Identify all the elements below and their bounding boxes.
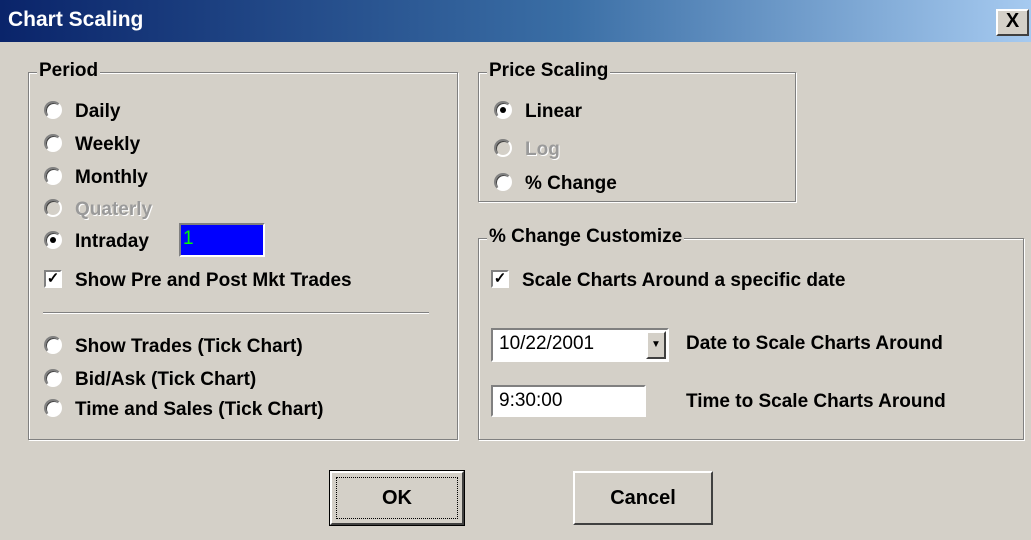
radio-circle[interactable] [44, 368, 62, 387]
radio-label: Bid/Ask (Tick Chart) [75, 369, 257, 390]
radio-label: Time and Sales (Tick Chart) [75, 399, 324, 420]
checkbox-label: Scale Charts Around a specific date [522, 270, 846, 291]
cancel-button[interactable]: Cancel [573, 471, 713, 525]
pct-change-customize-group: % Change Customize ✓ Scale Charts Around … [478, 226, 1024, 440]
scaling-log-radio: Log [494, 138, 560, 165]
cancel-label: Cancel [610, 487, 676, 509]
period-group: Period Daily Weekly Monthly Quaterly Int… [28, 60, 458, 440]
scaling-linear-radio[interactable]: Linear [494, 100, 583, 127]
radio-label: Show Trades (Tick Chart) [75, 336, 303, 357]
radio-circle[interactable] [44, 100, 62, 119]
radio-label: Quaterly [75, 199, 153, 220]
time-label: Time to Scale Charts Around [686, 391, 946, 412]
ok-button[interactable]: OK [329, 470, 465, 526]
title-bar: Chart Scaling X [0, 0, 1031, 42]
period-legend: Period [37, 60, 101, 82]
period-intraday-radio[interactable]: Intraday [44, 230, 149, 257]
radio-label: Linear [525, 101, 583, 122]
radio-circle[interactable] [44, 133, 62, 152]
period-divider [43, 312, 429, 314]
time-and-sales-radio[interactable]: Time and Sales (Tick Chart) [44, 398, 324, 425]
radio-circle [494, 138, 512, 157]
scale-around-date-checkbox[interactable]: ✓ Scale Charts Around a specific date [491, 269, 846, 296]
bid-ask-radio[interactable]: Bid/Ask (Tick Chart) [44, 368, 257, 395]
radio-circle[interactable] [44, 166, 62, 185]
time-input[interactable]: 9:30:00 [491, 385, 646, 417]
pre-post-market-checkbox[interactable]: ✓ Show Pre and Post Mkt Trades [44, 269, 352, 296]
radio-circle[interactable] [494, 100, 512, 119]
date-picker[interactable]: 10/22/2001 ▼ [491, 328, 669, 362]
radio-circle[interactable] [494, 172, 512, 191]
check-icon[interactable]: ✓ [44, 269, 62, 288]
radio-circle[interactable] [44, 398, 62, 417]
date-value: 10/22/2001 [499, 333, 595, 354]
price-scaling-legend: Price Scaling [487, 60, 611, 82]
radio-label: Monthly [75, 167, 148, 188]
scaling-pct-change-radio[interactable]: % Change [494, 172, 617, 199]
focus-rect [336, 477, 458, 519]
show-trades-radio[interactable]: Show Trades (Tick Chart) [44, 335, 303, 362]
radio-circle[interactable] [44, 230, 62, 249]
check-icon[interactable]: ✓ [491, 269, 509, 288]
close-button[interactable]: X [996, 9, 1029, 36]
pct-change-legend: % Change Customize [487, 226, 685, 248]
period-daily-radio[interactable]: Daily [44, 100, 121, 127]
radio-label: Daily [75, 101, 121, 122]
intraday-interval-input[interactable]: 1 [179, 223, 265, 257]
price-scaling-group: Price Scaling Linear Log % Change [478, 60, 796, 202]
date-label: Date to Scale Charts Around [686, 333, 943, 354]
chevron-down-icon[interactable]: ▼ [646, 331, 666, 359]
radio-circle [44, 198, 62, 217]
radio-label: Intraday [75, 231, 149, 252]
checkbox-label: Show Pre and Post Mkt Trades [75, 270, 352, 291]
period-weekly-radio[interactable]: Weekly [44, 133, 141, 160]
radio-label: % Change [525, 173, 617, 194]
radio-circle[interactable] [44, 335, 62, 354]
radio-label: Log [525, 139, 560, 160]
window-title: Chart Scaling [8, 8, 144, 31]
period-quarterly-radio: Quaterly [44, 198, 153, 225]
period-monthly-radio[interactable]: Monthly [44, 166, 148, 193]
radio-label: Weekly [75, 134, 141, 155]
